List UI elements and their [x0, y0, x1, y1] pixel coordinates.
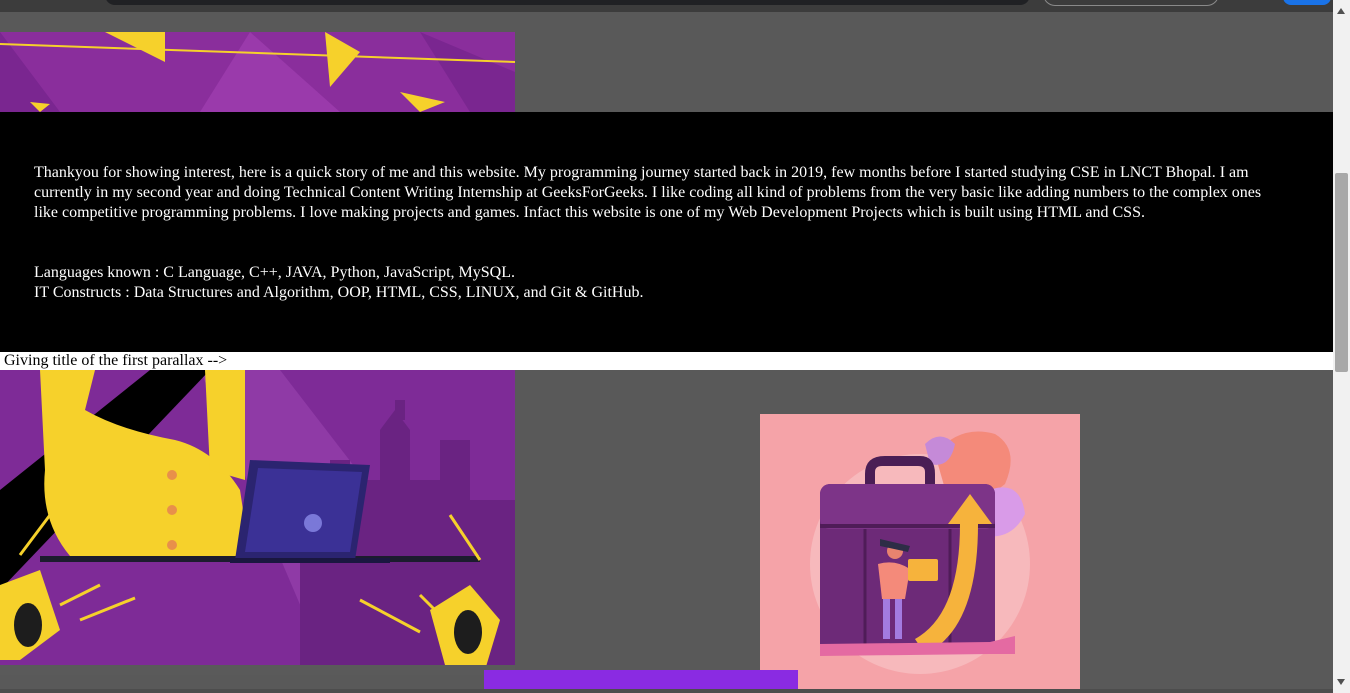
- scroll-up-arrow-icon[interactable]: [1337, 8, 1345, 14]
- briefcase-growth-illustration: [760, 414, 1080, 690]
- about-story: Thankyou for showing interest, here is a…: [34, 164, 1262, 221]
- parallax-title-text: Giving title of the first parallax -->: [4, 352, 228, 369]
- address-bar[interactable]: [105, 0, 1030, 5]
- languages-known: Languages known : C Language, C++, JAVA,…: [34, 264, 515, 281]
- laptop-celebration-illustration: [0, 370, 515, 675]
- browser-toolbar-edge: [0, 0, 1333, 12]
- page-bottom-edge: [0, 689, 1333, 693]
- about-section: Thankyou for showing interest, here is a…: [0, 112, 1333, 352]
- toolbar-button[interactable]: [1043, 0, 1219, 6]
- scrollbar-thumb[interactable]: [1335, 173, 1348, 372]
- it-constructs: IT Constructs : Data Structures and Algo…: [34, 284, 644, 301]
- party-illustration-top: [0, 32, 515, 112]
- scroll-down-arrow-icon[interactable]: [1337, 679, 1345, 685]
- profile-button[interactable]: [1283, 0, 1331, 5]
- vertical-scrollbar[interactable]: [1333, 0, 1350, 693]
- parallax-title-strip: Giving title of the first parallax -->: [0, 352, 1333, 370]
